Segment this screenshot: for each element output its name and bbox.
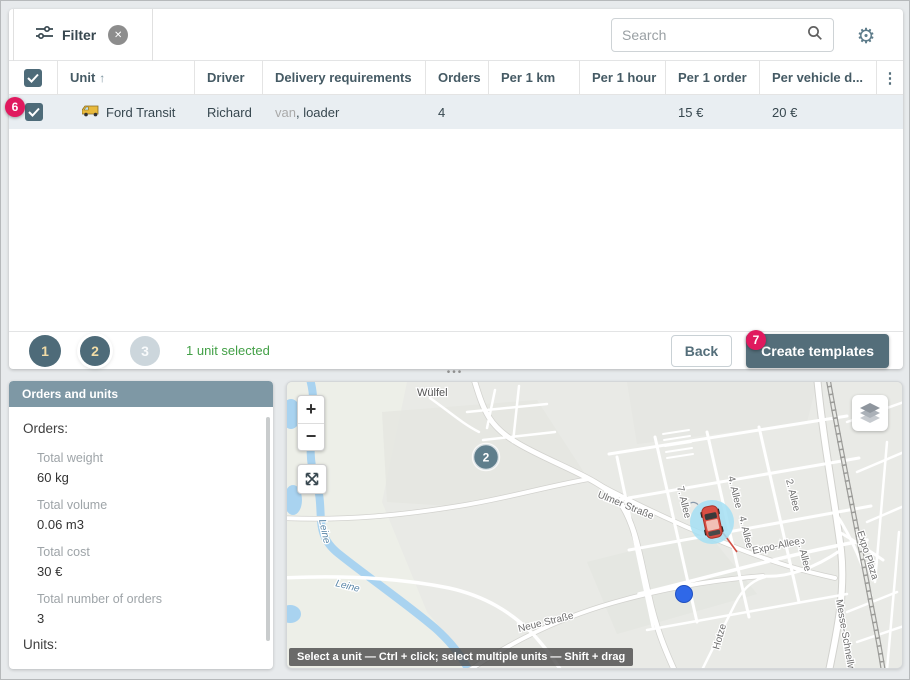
column-header-per-1-km[interactable]: Per 1 km — [489, 61, 580, 94]
stat-total-orders: Total number of orders 3 — [37, 590, 259, 628]
column-header-per-vehicle-day[interactable]: Per vehicle d... — [760, 61, 877, 94]
driver-name: Richard — [195, 95, 263, 129]
search-box — [611, 18, 834, 52]
search-icon — [807, 25, 823, 46]
orders-units-panel: Orders and units Orders: Total weight 60… — [9, 381, 273, 669]
map-canvas[interactable]: Wülfel Ulmer Straße 7. Allee 4. Allee 4.… — [287, 382, 903, 669]
step-2-button-active[interactable]: 2 — [80, 336, 110, 366]
search-input[interactable] — [622, 27, 807, 43]
column-header-per-1-order[interactable]: Per 1 order — [666, 61, 760, 94]
wizard-footer: 1 2 3 1 unit selected Back Create templa… — [9, 331, 903, 369]
stat-total-cost: Total cost 30 € — [37, 543, 259, 581]
clear-filter-icon[interactable]: ✕ — [108, 25, 128, 45]
table-row[interactable]: Ford Transit Richard van, loader 4 15 € … — [9, 95, 903, 129]
orders-count: 4 — [426, 95, 489, 129]
svg-text:2: 2 — [483, 451, 490, 465]
table-toolbar: Filter ✕ ⚙ — [9, 9, 903, 61]
filter-button[interactable]: Filter ✕ — [13, 9, 153, 61]
create-templates-button[interactable]: Create templates — [746, 334, 889, 368]
stat-total-weight: Total weight 60 kg — [37, 449, 259, 487]
per-1-hour-value — [580, 95, 666, 129]
layers-icon — [858, 402, 882, 424]
column-header-orders[interactable]: Orders — [426, 61, 489, 94]
selection-status: 1 unit selected — [186, 343, 270, 358]
order-point-marker[interactable] — [676, 586, 693, 603]
panel-title: Orders and units — [9, 381, 273, 407]
annotation-badge-7: 7 — [746, 330, 766, 350]
select-all-checkbox-cell — [9, 61, 58, 94]
van-icon — [82, 104, 100, 120]
zoom-out-button[interactable]: − — [298, 424, 324, 451]
column-header-delivery-requirements[interactable]: Delivery requirements — [263, 61, 426, 94]
fullscreen-button[interactable] — [297, 464, 327, 494]
unit-name: Ford Transit — [106, 105, 175, 120]
step-1-button[interactable]: 1 — [29, 335, 61, 367]
panel-splitter-handle[interactable]: ••• — [1, 367, 909, 378]
select-all-checkbox[interactable] — [24, 69, 42, 87]
table-header-row: Unit↑ Driver Delivery requirements Order… — [9, 61, 903, 95]
back-button[interactable]: Back — [671, 335, 732, 367]
per-1-km-value — [489, 95, 580, 129]
units-table-card: Filter ✕ ⚙ Unit↑ Driver Delivery require… — [9, 9, 903, 369]
step-3-button[interactable]: 3 — [130, 336, 160, 366]
zoom-in-button[interactable]: + — [298, 396, 324, 424]
map-label-wulfel: Wülfel — [417, 387, 448, 399]
panel-scrollbar[interactable] — [266, 417, 270, 641]
map-panel[interactable]: Wülfel Ulmer Straße 7. Allee 4. Allee 4.… — [286, 381, 903, 669]
app-window: { "toolbar": { "filter_label": "Filter",… — [0, 0, 910, 680]
stat-total-volume: Total volume 0.06 m3 — [37, 496, 259, 534]
column-menu-kebab-icon[interactable]: ⋮ — [877, 61, 903, 94]
settings-gear-icon[interactable]: ⚙ — [852, 22, 880, 50]
column-header-per-1-hour[interactable]: Per 1 hour — [580, 61, 666, 94]
annotation-badge-6: 6 — [5, 97, 25, 117]
per-1-order-value: 15 € — [666, 95, 760, 129]
fullscreen-icon — [304, 471, 320, 487]
orders-heading: Orders: — [23, 421, 259, 436]
per-vehicle-day-value: 20 € — [760, 95, 877, 129]
map-selection-hint: Select a unit — Ctrl + click; select mul… — [289, 648, 633, 666]
panel-body: Orders: Total weight 60 kg Total volume … — [9, 407, 273, 652]
column-header-unit[interactable]: Unit↑ — [58, 61, 195, 94]
column-header-driver[interactable]: Driver — [195, 61, 263, 94]
row-checkbox[interactable] — [25, 103, 43, 121]
filter-label: Filter — [62, 27, 96, 43]
cluster-marker-2[interactable]: 2 — [473, 444, 499, 470]
delivery-requirements: van, loader — [263, 95, 426, 129]
map-layers-button[interactable] — [852, 395, 888, 431]
filter-icon — [36, 25, 53, 45]
map-zoom-controls: + − — [297, 395, 325, 451]
units-heading: Units: — [23, 637, 259, 652]
sort-asc-icon: ↑ — [99, 71, 105, 85]
